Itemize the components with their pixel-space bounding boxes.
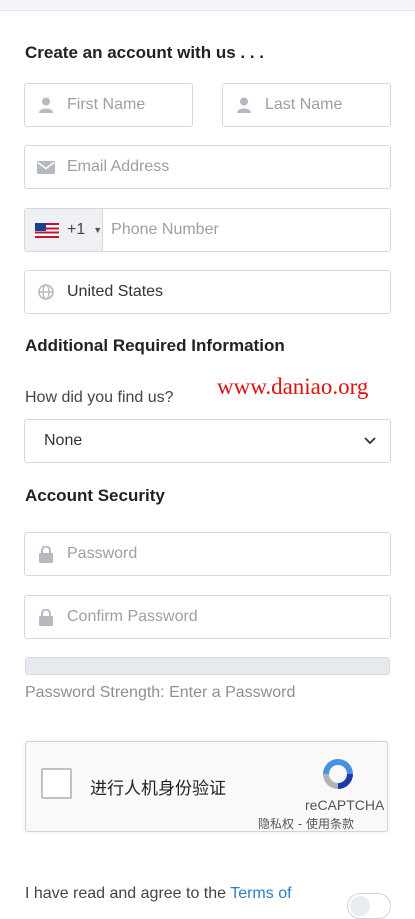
recaptcha-checkbox[interactable]: [41, 768, 72, 799]
first-name-field[interactable]: [24, 83, 193, 127]
first-name-input[interactable]: [67, 96, 192, 114]
lock-icon: [25, 608, 67, 626]
terms-toggle[interactable]: [347, 893, 391, 919]
recaptcha-brand: reCAPTCHA: [305, 797, 385, 813]
recaptcha-label: 进行人机身份验证: [90, 779, 226, 799]
find-us-selected-value: None: [44, 432, 83, 449]
phone-input[interactable]: [103, 221, 390, 239]
envelope-icon: [25, 160, 67, 174]
page-title: Create an account with us . . .: [25, 43, 264, 62]
find-us-label: How did you find us?: [25, 389, 174, 406]
password-input[interactable]: [67, 545, 390, 563]
phone-field[interactable]: +1 ▼: [24, 208, 391, 252]
password-strength-text: Password Strength: Enter a Password: [25, 684, 296, 701]
country-code-selector[interactable]: +1 ▼: [25, 209, 104, 251]
last-name-field[interactable]: [222, 83, 391, 127]
top-strip: [0, 0, 415, 11]
password-field[interactable]: [24, 532, 391, 576]
recaptcha-links[interactable]: 隐私权 - 使用条款: [258, 815, 354, 832]
recaptcha-widget: 进行人机身份验证 reCAPTCHA 隐私权 - 使用条款: [25, 741, 388, 832]
password-strength-bar: [25, 657, 390, 675]
country-field[interactable]: United States: [24, 270, 391, 314]
watermark-text: www.daniao.org: [217, 374, 369, 399]
globe-icon: [25, 284, 67, 300]
terms-prefix: I have read and agree to the: [25, 885, 231, 902]
additional-info-heading: Additional Required Information: [25, 336, 285, 355]
country-value: United States: [67, 283, 164, 300]
caret-down-icon: ▼: [93, 225, 103, 235]
user-icon: [25, 97, 67, 113]
last-name-input[interactable]: [265, 96, 390, 114]
email-field[interactable]: [24, 145, 391, 189]
lock-icon: [25, 545, 67, 563]
account-security-heading: Account Security: [25, 486, 165, 505]
terms-link[interactable]: Terms of: [230, 885, 291, 902]
user-icon: [223, 97, 265, 113]
recaptcha-logo-icon: [323, 759, 353, 789]
phone-country-code: +1: [67, 221, 86, 238]
confirm-password-input[interactable]: [67, 608, 390, 626]
confirm-password-field[interactable]: [24, 595, 391, 639]
chevron-down-icon: [350, 437, 390, 445]
find-us-select[interactable]: None: [24, 419, 391, 463]
email-input[interactable]: [67, 158, 390, 176]
us-flag-icon: [35, 222, 59, 238]
terms-text: I have read and agree to the Terms of: [25, 885, 292, 903]
